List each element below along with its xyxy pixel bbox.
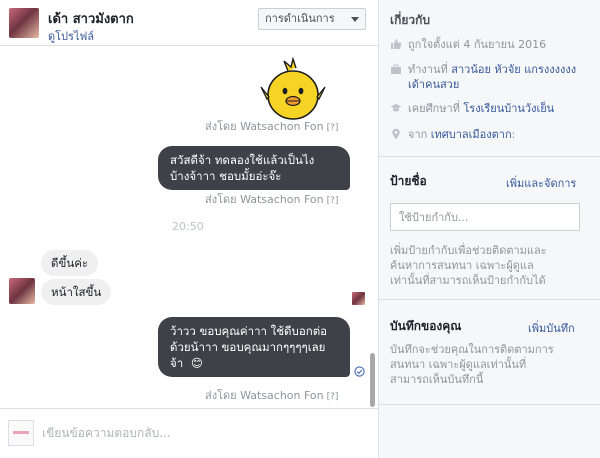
sent-by-text: ส่งโดย Watsachon Fon bbox=[205, 120, 324, 133]
message-timestamp: 20:50 bbox=[172, 220, 204, 233]
view-profile-link[interactable]: ดูโปรไฟล์ bbox=[48, 27, 94, 45]
from-suffix: : bbox=[511, 128, 516, 141]
add-note-link[interactable]: เพิ่มบันทึก bbox=[528, 319, 575, 337]
sent-by-label: ส่งโดย Watsachon Fon [?] bbox=[205, 386, 338, 404]
contact-avatar[interactable] bbox=[9, 8, 39, 38]
tags-help-text: เพิ่มป้ายกำกับเพื่อช่วยติดตามและ ค้นหากา… bbox=[390, 243, 590, 288]
smiley-emoji: 😊 bbox=[190, 356, 203, 370]
work-row: ทำงานที่ สาวน้อย หัวจัย แกรงงงงงง เด้าคน… bbox=[390, 62, 590, 92]
message-text: จ้า bbox=[170, 356, 184, 370]
actions-label: การดำเนินการ bbox=[265, 12, 335, 25]
sent-by-label: ส่งโดย Watsachon Fon [?] bbox=[205, 117, 338, 135]
sent-by-label: ส่งโดย Watsachon Fon [?] bbox=[205, 190, 338, 208]
graduation-cap-icon bbox=[390, 104, 402, 112]
message-line: ว้าวว ขอบคุณค่าาา ใช้ดีบอกต่อ bbox=[170, 324, 328, 338]
sender-avatar[interactable] bbox=[9, 278, 35, 304]
seen-indicator-avatar bbox=[352, 292, 365, 305]
add-manage-tags-link[interactable]: เพิ่มและจัดการ bbox=[506, 174, 576, 192]
outgoing-message: สวัสดีจ้า ทดลองใช้แล้วเป็นไง บ้างจ้าาา ช… bbox=[158, 146, 350, 190]
study-prefix: เคยศึกษาที่ bbox=[408, 102, 464, 115]
help-line: เพิ่มป้ายกำกับเพื่อช่วยติดตามและ bbox=[390, 244, 547, 257]
work-text: ทำงานที่ สาวน้อย หัวจัย แกรงงงงงง เด้าคน… bbox=[390, 62, 590, 92]
incoming-message: ดีขึ้นค่ะ bbox=[41, 250, 99, 276]
contact-name[interactable]: เด้า สาวมังตาก bbox=[48, 8, 134, 29]
chick-sticker bbox=[260, 57, 326, 120]
contact-info-sidebar: เกี่ยวกับ ถูกใจตั้งแต่ 4 กันยายน 2016 ทำ… bbox=[378, 0, 600, 458]
tag-input[interactable] bbox=[390, 203, 580, 231]
school-link[interactable]: โรงเรียนบ้านวังเย็น bbox=[463, 102, 554, 115]
help-line: สนทนา เฉพาะผู้ดูแลเท่านั้นที่ bbox=[390, 358, 527, 371]
page-avatar bbox=[8, 420, 34, 446]
liked-since-text: ถูกใจตั้งแต่ 4 กันยายน 2016 bbox=[408, 38, 547, 51]
help-line: สามารถเห็นบันทึกนี้ bbox=[390, 373, 484, 386]
section-divider bbox=[379, 299, 600, 300]
scrollbar-thumb[interactable] bbox=[370, 353, 375, 407]
caret-down-icon bbox=[351, 17, 359, 22]
message-line: สวัสดีจ้า ทดลองใช้แล้วเป็นไง bbox=[170, 153, 315, 167]
notes-help-text: บันทึกจะช่วยคุณในการติดตามการ สนทนา เฉพา… bbox=[390, 342, 590, 387]
delivered-check-icon bbox=[354, 366, 365, 377]
location-pin-icon bbox=[392, 128, 400, 140]
reply-input[interactable] bbox=[42, 423, 242, 443]
message-line: บ้างจ้าาา ชอบมั้ยอ่ะจ๊ะ bbox=[170, 169, 282, 183]
section-divider bbox=[379, 156, 600, 157]
help-line: เท่านั้นที่สามารถเห็นป้ายกำกับได้ bbox=[390, 274, 546, 287]
briefcase-icon bbox=[391, 64, 401, 74]
outgoing-message: ว้าวว ขอบคุณค่าาา ใช้ดีบอกต่อ ด้วยน้าาา … bbox=[158, 317, 350, 377]
education-text: เคยศึกษาที่ โรงเรียนบ้านวังเย็น bbox=[390, 101, 590, 116]
education-row: เคยศึกษาที่ โรงเรียนบ้านวังเย็น bbox=[390, 101, 590, 116]
hometown-text: จาก เทศบาลเมืองตาก: bbox=[390, 127, 590, 142]
hometown-row: จาก เทศบาลเมืองตาก: bbox=[390, 127, 590, 142]
tags-title: ป้ายชื่อ bbox=[390, 174, 427, 188]
help-link[interactable]: [?] bbox=[327, 123, 339, 133]
help-link[interactable]: [?] bbox=[327, 196, 339, 206]
reply-composer bbox=[0, 408, 378, 458]
message-line: ด้วยน้าาา ขอบคุณมากๆๆๆๆเลย bbox=[170, 340, 326, 354]
hometown-link[interactable]: เทศบาลเมืองตาก bbox=[431, 128, 512, 141]
message-line: จ้า 😊 bbox=[170, 355, 338, 371]
liked-since-row: ถูกใจตั้งแต่ 4 กันยายน 2016 bbox=[390, 37, 590, 52]
message-list: ส่งโดย Watsachon Fon [?] สวัสดีจ้า ทดลองใ… bbox=[0, 47, 378, 408]
help-link[interactable]: [?] bbox=[327, 392, 339, 402]
chat-header: เด้า สาวมังตาก ดูโปรไฟล์ การดำเนินการ bbox=[0, 0, 378, 46]
chat-panel: เด้า สาวมังตาก ดูโปรไฟล์ การดำเนินการ ส่… bbox=[0, 0, 378, 458]
thumbs-up-icon bbox=[391, 39, 402, 49]
from-prefix: จาก bbox=[408, 128, 431, 141]
incoming-message: หน้าใสขึ้น bbox=[41, 279, 112, 305]
sent-by-text: ส่งโดย Watsachon Fon bbox=[205, 389, 324, 402]
sent-by-text: ส่งโดย Watsachon Fon bbox=[205, 193, 324, 206]
help-line: ค้นหาการสนทนา เฉพาะผู้ดูแล bbox=[390, 259, 534, 272]
work-prefix: ทำงานที่ bbox=[408, 63, 452, 76]
actions-dropdown[interactable]: การดำเนินการ bbox=[258, 8, 366, 30]
about-title: เกี่ยวกับ bbox=[390, 13, 431, 27]
notes-title: บันทึกของคุณ bbox=[390, 319, 462, 333]
help-line: บันทึกจะช่วยคุณในการติดตามการ bbox=[390, 343, 554, 356]
section-divider bbox=[379, 404, 600, 405]
